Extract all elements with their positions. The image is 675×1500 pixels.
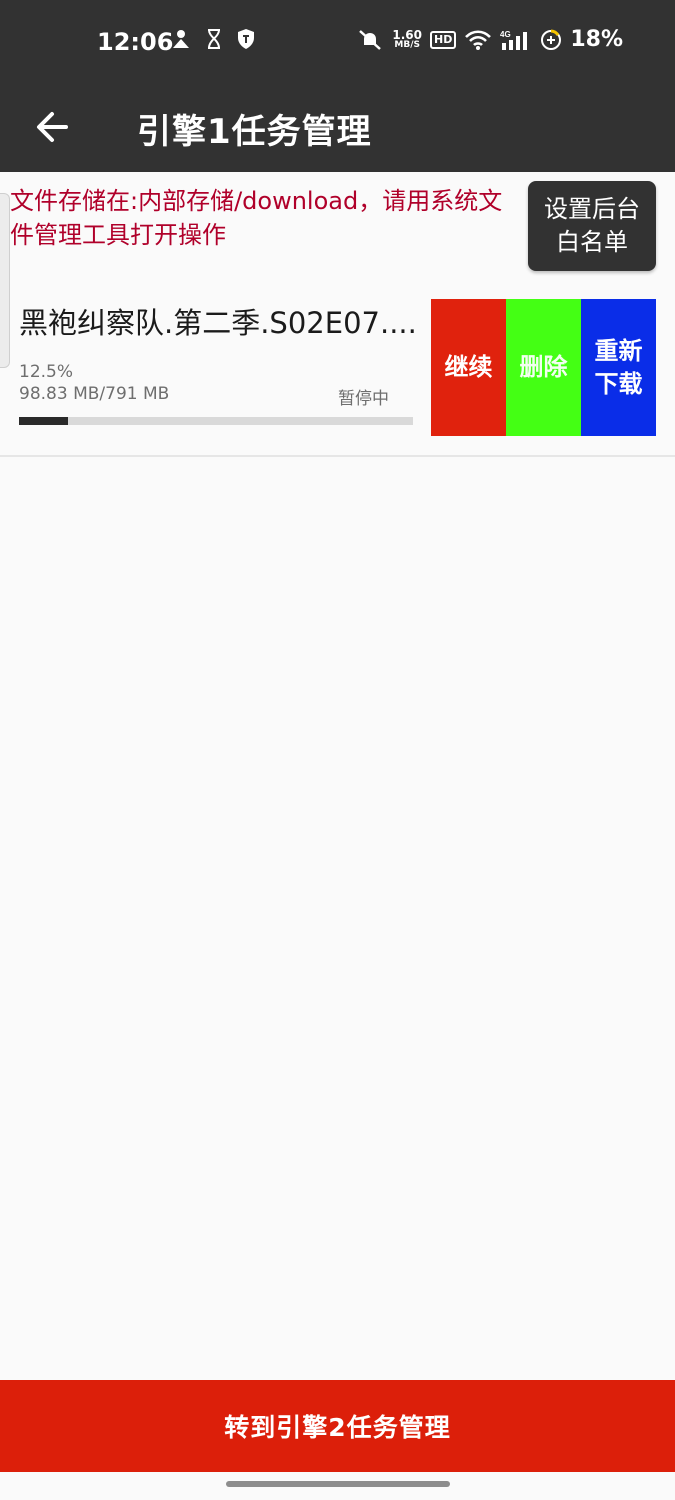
shield-icon xyxy=(238,29,254,49)
whitelist-button-line1: 设置后台 xyxy=(544,195,640,223)
person-alert-icon xyxy=(173,30,189,48)
task-size: 98.83 MB/791 MB xyxy=(19,384,170,404)
download-task-row: 黑袍纠察队.第二季.S02E07.... 12.5% 98.83 MB/791 … xyxy=(0,290,675,456)
battery-percent: 18% xyxy=(570,27,623,52)
row-divider xyxy=(0,455,675,457)
redownload-button[interactable]: 重新 下载 xyxy=(581,299,656,436)
whitelist-button-line2: 白名单 xyxy=(556,228,628,256)
switch-to-engine2-button[interactable]: 转到引擎2任务管理 xyxy=(0,1380,675,1472)
task-progress-bar xyxy=(19,417,413,425)
set-background-whitelist-button[interactable]: 设置后台 白名单 xyxy=(528,181,656,271)
redownload-button-line2: 下载 xyxy=(594,369,643,398)
delete-button-label: 删除 xyxy=(519,353,568,381)
cellular-signal-icon: 4G xyxy=(500,30,528,50)
back-button[interactable] xyxy=(28,102,78,152)
network-type: 4G xyxy=(500,30,511,39)
hd-badge: HD xyxy=(429,30,457,49)
continue-button-label: 继续 xyxy=(444,353,493,381)
task-progress-fill xyxy=(19,417,69,425)
status-icons-left xyxy=(170,28,256,50)
hourglass-icon xyxy=(208,29,220,49)
network-speed-value: 1.60 xyxy=(392,27,422,42)
task-name: 黑袍纠察队.第二季.S02E07.... xyxy=(19,306,417,340)
task-status: 暂停中 xyxy=(338,389,389,409)
storage-notice: 文件存储在:内部存储/download，请用系统文件管理工具打开操作 xyxy=(10,187,503,249)
switch-to-engine2-label: 转到引擎2任务管理 xyxy=(224,1413,451,1442)
network-speed: 1.60 MB/S xyxy=(392,27,422,50)
app-bar: 引擎1任务管理 xyxy=(0,88,675,172)
home-indicator[interactable] xyxy=(226,1481,450,1487)
wifi-icon xyxy=(465,29,492,50)
page-title: 引擎1任务管理 xyxy=(137,112,372,152)
network-speed-unit: MB/S xyxy=(394,39,420,50)
status-time: 12:06 xyxy=(97,28,174,56)
continue-button[interactable]: 继续 xyxy=(431,299,506,436)
status-bar: 12:06 1.60 MB/S HD 4G 18% xyxy=(0,0,675,88)
status-icons-right: 1.60 MB/S HD 4G 18% xyxy=(356,27,623,52)
arrow-left-icon xyxy=(37,112,68,142)
battery-saver-icon xyxy=(541,29,562,50)
delete-button[interactable]: 删除 xyxy=(506,299,581,436)
redownload-button-line1: 重新 xyxy=(594,336,643,365)
silent-bell-icon xyxy=(359,29,382,50)
task-percent: 12.5% xyxy=(19,362,74,382)
